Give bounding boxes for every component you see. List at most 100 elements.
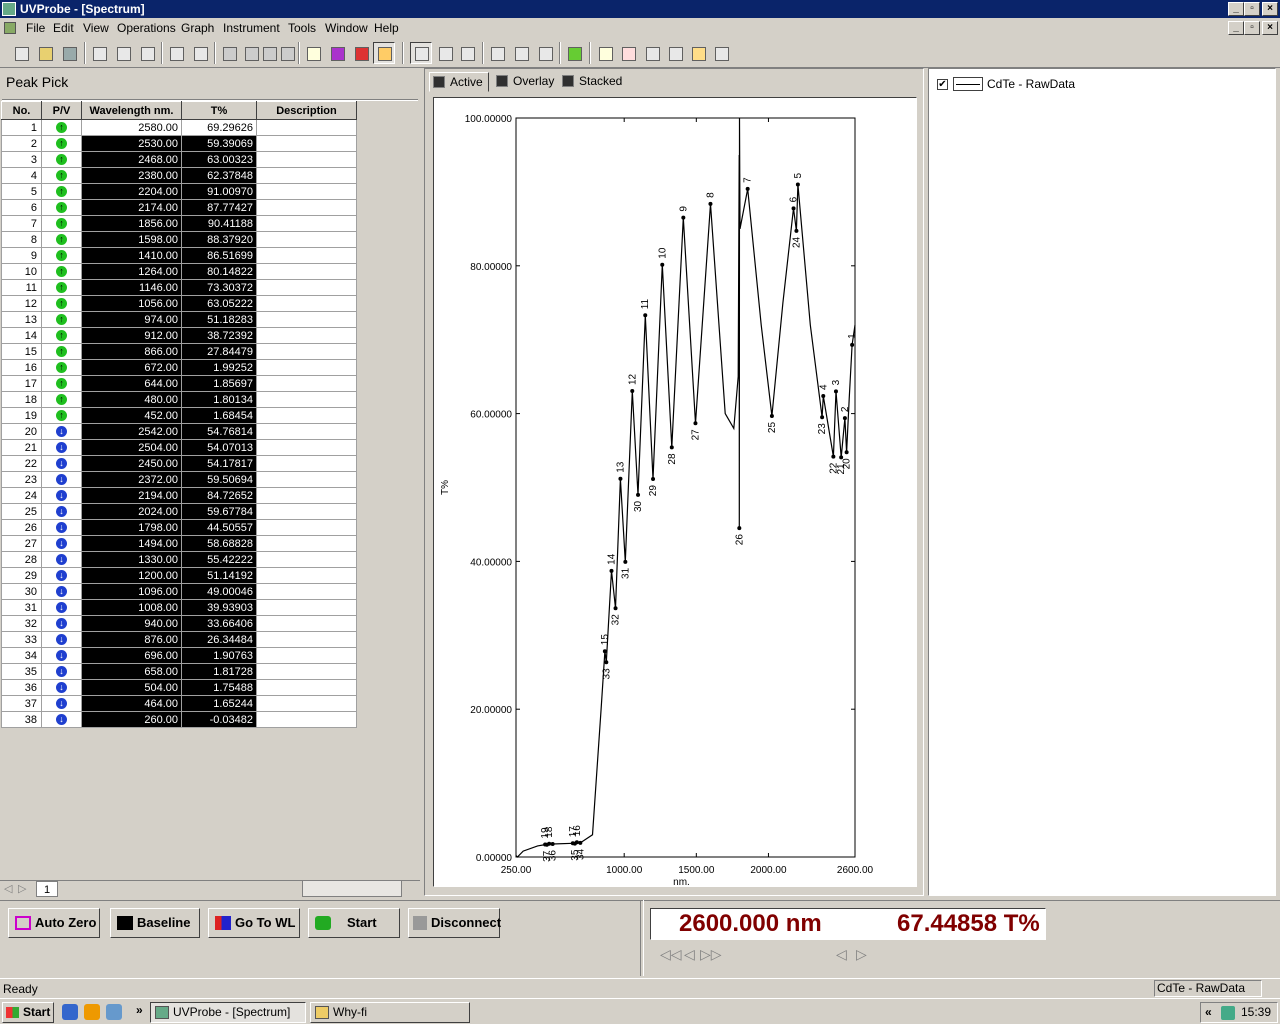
wavelength-cell[interactable]: 2174.00 xyxy=(81,199,182,216)
transmittance-cell[interactable]: 1.85697 xyxy=(181,375,257,392)
wavelength-cell[interactable]: 2380.00 xyxy=(81,167,182,184)
table-row[interactable]: 33 ↓ 876.00 26.34484 xyxy=(1,631,357,648)
transmittance-cell[interactable]: 69.29626 xyxy=(181,119,257,136)
description-cell[interactable] xyxy=(256,519,357,536)
auto-zero-button[interactable]: Auto Zero xyxy=(8,908,100,938)
pv-indicator[interactable]: ↑ xyxy=(41,359,82,376)
wavelength-cell[interactable]: 2194.00 xyxy=(81,487,182,504)
cursor-icon[interactable] xyxy=(486,42,508,64)
table-row[interactable]: 16 ↑ 672.00 1.99252 xyxy=(1,359,357,376)
pv-indicator[interactable]: ↑ xyxy=(41,199,82,216)
description-cell[interactable] xyxy=(256,327,357,344)
row-number[interactable]: 37 xyxy=(1,695,42,712)
row-number[interactable]: 18 xyxy=(1,391,42,408)
row-number[interactable]: 13 xyxy=(1,311,42,328)
pv-indicator[interactable]: ↓ xyxy=(41,615,82,632)
col-header-t[interactable]: T% xyxy=(181,101,257,120)
pv-indicator[interactable]: ↑ xyxy=(41,247,82,264)
table-row[interactable]: 21 ↓ 2504.00 54.07013 xyxy=(1,439,357,456)
description-cell[interactable] xyxy=(256,567,357,584)
paste-icon[interactable] xyxy=(136,42,158,64)
table-row[interactable]: 32 ↓ 940.00 33.66406 xyxy=(1,615,357,632)
nav-right-icon[interactable]: ▷ xyxy=(856,946,867,963)
description-cell[interactable] xyxy=(256,503,357,520)
wavelength-cell[interactable]: 2204.00 xyxy=(81,183,182,200)
undo-icon[interactable] xyxy=(218,42,240,64)
row-number[interactable]: 7 xyxy=(1,215,42,232)
task-uvprobe[interactable]: UVProbe - [Spectrum] xyxy=(150,1002,306,1023)
derivative-icon[interactable] xyxy=(617,42,639,64)
description-cell[interactable] xyxy=(256,231,357,248)
transmittance-cell[interactable]: 1.81728 xyxy=(181,663,257,680)
windows-start-button[interactable]: Start xyxy=(2,1002,54,1023)
document-icon[interactable] xyxy=(4,22,16,34)
row-number[interactable]: 10 xyxy=(1,263,42,280)
wavelength-cell[interactable]: 1264.00 xyxy=(81,263,182,280)
pv-indicator[interactable]: ↓ xyxy=(41,711,82,728)
row-number[interactable]: 16 xyxy=(1,359,42,376)
pv-indicator[interactable]: ↑ xyxy=(41,279,82,296)
transmittance-cell[interactable]: 1.90763 xyxy=(181,647,257,664)
transmittance-cell[interactable]: 86.51699 xyxy=(181,247,257,264)
peak-area-icon[interactable] xyxy=(687,42,709,64)
description-cell[interactable] xyxy=(256,311,357,328)
tab-first-arrow-icon[interactable]: ◁ xyxy=(4,881,12,897)
description-cell[interactable] xyxy=(256,359,357,376)
menu-instrument[interactable]: Instrument xyxy=(223,21,280,35)
thermometer-icon[interactable] xyxy=(350,42,372,64)
transmittance-cell[interactable]: 73.30372 xyxy=(181,279,257,296)
mdi-minimize-button[interactable]: _ xyxy=(1228,21,1244,35)
row-number[interactable]: 38 xyxy=(1,711,42,728)
table-row[interactable]: 23 ↓ 2372.00 59.50694 xyxy=(1,471,357,488)
pv-indicator[interactable]: ↑ xyxy=(41,407,82,424)
table-row[interactable]: 7 ↑ 1856.00 90.41188 xyxy=(1,215,357,232)
table-row[interactable]: 12 ↑ 1056.00 63.05222 xyxy=(1,295,357,312)
open-icon[interactable] xyxy=(34,42,56,64)
print-icon[interactable] xyxy=(165,42,187,64)
nav-first-icon[interactable]: ◁◁ xyxy=(660,946,682,963)
instrument-icon[interactable] xyxy=(326,42,348,64)
pv-indicator[interactable]: ↓ xyxy=(41,647,82,664)
table-row[interactable]: 29 ↓ 1200.00 51.14192 xyxy=(1,567,357,584)
pv-indicator[interactable]: ↑ xyxy=(41,343,82,360)
table-row[interactable]: 24 ↓ 2194.00 84.72652 xyxy=(1,487,357,504)
transmittance-cell[interactable]: 49.00046 xyxy=(181,583,257,600)
description-cell[interactable] xyxy=(256,151,357,168)
quicklaunch-icon[interactable] xyxy=(106,1004,122,1020)
tab-next-arrow-icon[interactable]: ▷ xyxy=(18,881,26,897)
wavelength-cell[interactable]: 2504.00 xyxy=(81,439,182,456)
pv-indicator[interactable]: ↓ xyxy=(41,551,82,568)
table-row[interactable]: 14 ↑ 912.00 38.72392 xyxy=(1,327,357,344)
zoom-out-icon[interactable] xyxy=(456,42,478,64)
transform-icon[interactable] xyxy=(710,42,732,64)
row-number[interactable]: 23 xyxy=(1,471,42,488)
transmittance-cell[interactable]: 54.76814 xyxy=(181,423,257,440)
new-icon[interactable] xyxy=(10,42,32,64)
transmittance-cell[interactable]: 54.07013 xyxy=(181,439,257,456)
col-header-description[interactable]: Description xyxy=(256,101,357,120)
description-cell[interactable] xyxy=(256,487,357,504)
zoom-in-icon[interactable] xyxy=(434,42,456,64)
table-row[interactable]: 11 ↑ 1146.00 73.30372 xyxy=(1,279,357,296)
transmittance-cell[interactable]: 1.80134 xyxy=(181,391,257,408)
wavelength-cell[interactable]: 866.00 xyxy=(81,343,182,360)
redo-list-icon[interactable] xyxy=(276,42,298,64)
menu-tools[interactable]: Tools xyxy=(288,21,316,35)
transmittance-cell[interactable]: 1.65244 xyxy=(181,695,257,712)
table-row[interactable]: 3 ↑ 2468.00 63.00323 xyxy=(1,151,357,168)
table-row[interactable]: 17 ↑ 644.00 1.85697 xyxy=(1,375,357,392)
pv-indicator[interactable]: ↑ xyxy=(41,295,82,312)
ie-icon[interactable] xyxy=(62,1004,78,1020)
table-row[interactable]: 15 ↑ 866.00 27.84479 xyxy=(1,343,357,360)
row-number[interactable]: 22 xyxy=(1,455,42,472)
row-number[interactable]: 19 xyxy=(1,407,42,424)
table-row[interactable]: 28 ↓ 1330.00 55.42222 xyxy=(1,551,357,568)
col-header-wavelength[interactable]: Wavelength nm. xyxy=(81,101,182,120)
table-row[interactable]: 20 ↓ 2542.00 54.76814 xyxy=(1,423,357,440)
table-row[interactable]: 8 ↑ 1598.00 88.37920 xyxy=(1,231,357,248)
transmittance-cell[interactable]: 62.37848 xyxy=(181,167,257,184)
description-cell[interactable] xyxy=(256,551,357,568)
transmittance-cell[interactable]: 26.34484 xyxy=(181,631,257,648)
transmittance-cell[interactable]: 87.77427 xyxy=(181,199,257,216)
close-button[interactable]: × xyxy=(1262,2,1278,16)
